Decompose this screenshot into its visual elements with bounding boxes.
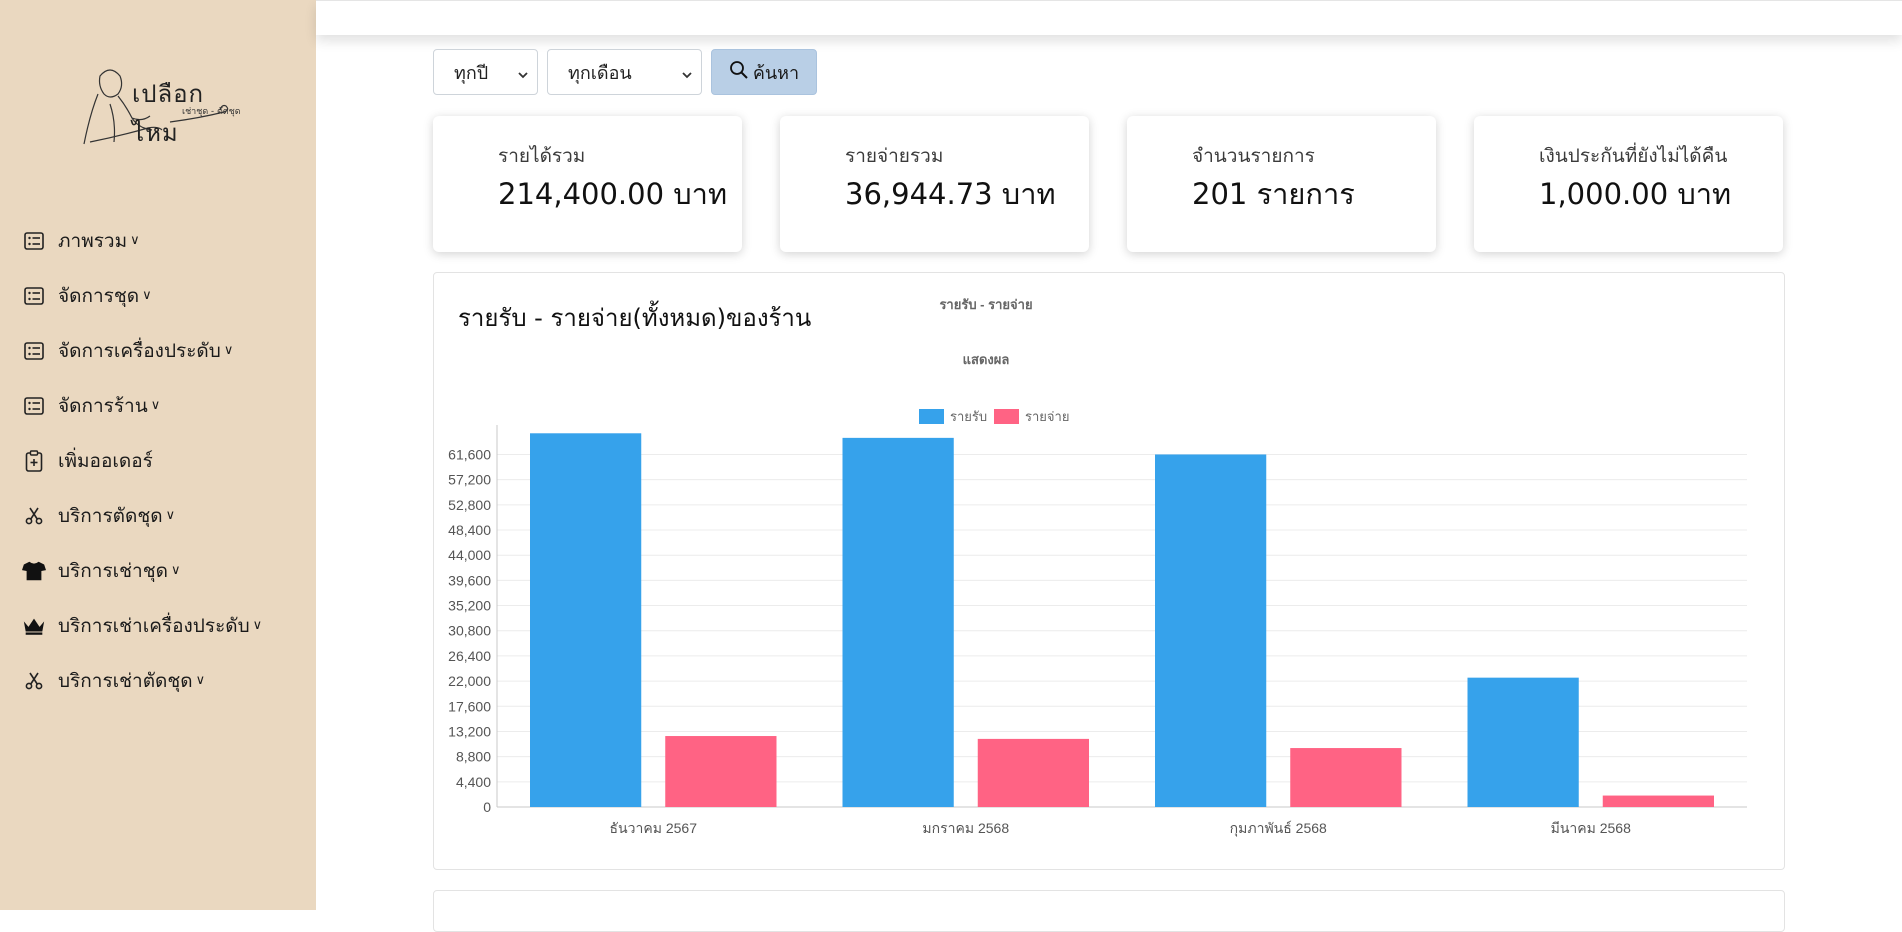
y-tick-label: 39,600 <box>448 572 491 588</box>
chevron-down-icon <box>517 65 529 86</box>
sidebar-item-manage-jewelry[interactable]: จัดการเครื่องประดับ ∨ <box>0 323 316 378</box>
y-tick-label: 57,200 <box>448 472 491 488</box>
sidebar-item-label: บริการเช่าชุด <box>58 559 168 582</box>
bar <box>1155 454 1267 807</box>
list-icon <box>22 394 46 418</box>
legend-label: รายรับ <box>950 409 987 424</box>
list-icon <box>22 284 46 308</box>
stat-card-value: 201 รายการ <box>1192 177 1355 211</box>
month-select[interactable]: ทุกเดือน <box>547 49 702 95</box>
sidebar-item-label: จัดการเครื่องประดับ <box>58 339 221 362</box>
bar <box>1467 677 1579 807</box>
x-tick-label: ธันวาคม 2567 <box>610 820 698 836</box>
y-tick-label: 17,600 <box>448 698 491 714</box>
sidebar-item-label: บริการตัดชุด <box>58 504 163 527</box>
sidebar-item-label: บริการเช่าตัดชุด <box>58 669 193 692</box>
sidebar-item-label: บริการเช่าเครื่องประดับ <box>58 614 250 637</box>
chevron-down-icon: ∨ <box>150 398 161 413</box>
stat-card-value: 36,944.73 บาท <box>845 177 1056 211</box>
sidebar-item-jewelry-rental[interactable]: บริการเช่าเครื่องประดับ ∨ <box>0 598 316 653</box>
y-tick-label: 4,400 <box>456 774 491 790</box>
sidebar-item-tailoring-rental[interactable]: บริการเช่าตัดชุด ∨ <box>0 653 316 708</box>
chart-subtitle: แสดงผล <box>963 352 1010 367</box>
legend-swatch <box>919 409 944 424</box>
chevron-down-icon: ∨ <box>142 288 152 303</box>
logo[interactable]: เปลือกไหม เช่าชุด - ตัดชุด <box>70 56 250 156</box>
stat-card-total-expense: รายจ่ายรวม 36,944.73 บาท <box>780 116 1089 252</box>
chevron-down-icon: ∨ <box>252 618 263 633</box>
stat-card-value: 1,000.00 บาท <box>1539 177 1732 211</box>
chevron-down-icon: ∨ <box>170 563 181 578</box>
income-expense-chart: รายรับ - รายจ่ายแสดงผลรายรับ รายจ่าย 0 4,40… <box>448 297 1747 837</box>
chart-title: รายรับ - รายจ่าย <box>939 297 1032 312</box>
x-tick-label: มกราคม 2568 <box>922 820 1009 836</box>
stat-card-label: รายได้รวม <box>498 145 586 167</box>
y-tick-label: 26,400 <box>448 648 491 664</box>
y-tick-label: 0 <box>483 799 491 815</box>
sidebar-item-label: จัดการร้าน <box>58 394 148 417</box>
sidebar-item-label: จัดการชุด <box>58 284 140 307</box>
top-bar <box>316 0 1902 35</box>
chevron-down-icon: ∨ <box>165 508 176 523</box>
sidebar-nav: ภาพรวม ∨ จัดการชุด ∨ จัดการเครื่องประดับ… <box>0 213 316 708</box>
income-expense-panel: รายรับ - รายจ่าย(ทั้งหมด)ของร้าน รายรับ … <box>433 272 1785 870</box>
y-tick-label: 61,600 <box>448 446 491 462</box>
y-tick-label: 35,200 <box>448 598 491 614</box>
bar <box>977 738 1089 807</box>
year-select-value: ทุกปี <box>454 62 489 84</box>
stat-card-unreturned-deposit: เงินประกันที่ยังไม่ได้คืน 1,000.00 บาท <box>1474 116 1783 252</box>
bar <box>1602 795 1714 807</box>
sidebar-item-label: ภาพรวม <box>58 229 128 252</box>
sidebar-item-add-order[interactable]: เพิ่มออเดอร์ <box>0 433 316 488</box>
logo-subtitle: เช่าชุด - ตัดชุด <box>182 107 241 117</box>
legend-label: รายจ่าย <box>1025 409 1069 424</box>
bar <box>842 437 954 807</box>
y-tick-label: 44,000 <box>448 547 491 563</box>
bar <box>530 433 642 807</box>
chevron-down-icon: ∨ <box>223 343 234 358</box>
search-icon <box>729 60 749 85</box>
clipboard-plus-icon <box>22 449 46 473</box>
sidebar-item-manage-outfits[interactable]: จัดการชุด ∨ <box>0 268 316 323</box>
sidebar-item-outfit-rental[interactable]: บริการเช่าชุด ∨ <box>0 543 316 598</box>
stat-card-label: รายจ่ายรวม <box>845 145 944 167</box>
list-icon <box>22 229 46 253</box>
chevron-down-icon: ∨ <box>130 233 140 248</box>
scissors-icon <box>22 669 46 693</box>
sidebar-item-manage-shop[interactable]: จัดการร้าน ∨ <box>0 378 316 433</box>
sidebar-item-overview[interactable]: ภาพรวม ∨ <box>0 213 316 268</box>
stat-card-label: จำนวนรายการ <box>1192 145 1315 167</box>
second-panel <box>433 890 1785 932</box>
stat-card-label: เงินประกันที่ยังไม่ได้คืน <box>1539 145 1728 167</box>
tshirt-icon <box>22 559 46 583</box>
y-tick-label: 22,000 <box>448 673 491 689</box>
search-button[interactable]: ค้นหา <box>711 49 817 95</box>
y-tick-label: 8,800 <box>456 749 491 765</box>
y-tick-label: 52,800 <box>448 497 491 513</box>
search-button-label: ค้นหา <box>752 62 800 84</box>
chevron-down-icon <box>681 65 693 86</box>
x-tick-label: มีนาคม 2568 <box>1551 820 1632 836</box>
sidebar-item-label: เพิ่มออเดอร์ <box>58 449 153 472</box>
month-select-value: ทุกเดือน <box>568 62 632 84</box>
stat-card-value: 214,400.00 บาท <box>498 177 728 211</box>
bar <box>1290 748 1402 807</box>
scissors-icon <box>22 504 46 528</box>
y-tick-label: 48,400 <box>448 522 491 538</box>
bar <box>665 736 777 807</box>
sidebar: เปลือกไหม เช่าชุด - ตัดชุด ภาพรวม ∨ จัดก… <box>0 0 316 910</box>
stat-card-total-income: รายได้รวม 214,400.00 บาท <box>433 116 742 252</box>
legend-swatch <box>994 409 1019 424</box>
chevron-down-icon: ∨ <box>195 673 206 688</box>
x-tick-label: กุมภาพันธ์ 2568 <box>1230 820 1327 837</box>
list-icon <box>22 339 46 363</box>
y-tick-label: 30,800 <box>448 623 491 639</box>
stat-card-item-count: จำนวนรายการ 201 รายการ <box>1127 116 1436 252</box>
sidebar-item-tailoring-service[interactable]: บริการตัดชุด ∨ <box>0 488 316 543</box>
y-tick-label: 13,200 <box>448 723 491 739</box>
crown-icon <box>22 614 46 638</box>
year-select[interactable]: ทุกปี <box>433 49 538 95</box>
